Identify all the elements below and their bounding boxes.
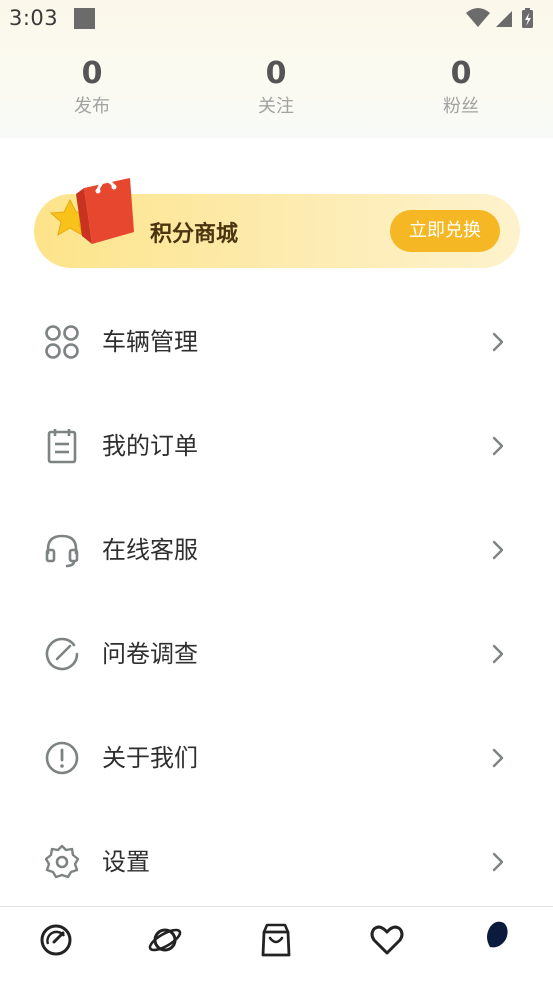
chevron-right-icon	[492, 748, 504, 768]
gear-icon	[44, 844, 80, 879]
chevron-right-icon	[492, 852, 504, 872]
menu-item-about[interactable]: 关于我们	[0, 706, 553, 810]
profile-icon[interactable]	[478, 917, 514, 953]
chevron-right-icon	[492, 540, 504, 560]
bottom-tab-bar	[0, 906, 553, 984]
battery-icon	[522, 8, 533, 28]
stats-row: 0 发布 0 关注 0 粉丝	[0, 56, 553, 126]
status-time: 3:03	[9, 6, 59, 30]
points-mall-banner[interactable]: 积分商城 立即兑换	[34, 178, 520, 268]
dashboard-icon[interactable]	[38, 922, 74, 958]
stat-label: 粉丝	[443, 96, 479, 117]
chevron-right-icon	[492, 436, 504, 456]
menu-item-settings[interactable]: 设置	[0, 810, 553, 914]
stat-count: 0	[265, 56, 287, 91]
clipboard-icon	[47, 429, 77, 464]
shopping-bag-icon	[49, 178, 134, 244]
menu-label: 在线客服	[102, 536, 198, 564]
chevron-right-icon	[492, 332, 504, 352]
status-icons	[464, 7, 544, 31]
info-icon	[45, 741, 79, 775]
status-bar: 3:03	[0, 0, 553, 38]
planet-icon[interactable]	[147, 922, 183, 958]
stat-label: 发布	[74, 96, 110, 117]
redeem-button[interactable]: 立即兑换	[390, 210, 500, 252]
banner-title: 积分商城	[150, 222, 239, 247]
stat-count: 0	[450, 56, 472, 91]
menu-label: 我的订单	[102, 432, 198, 460]
stat-count: 0	[81, 56, 103, 91]
menu-item-customer-service[interactable]: 在线客服	[0, 498, 553, 602]
menu-label: 车辆管理	[102, 328, 198, 356]
heart-icon[interactable]	[369, 922, 405, 958]
headset-icon	[45, 534, 79, 568]
shopping-bag-icon[interactable]	[258, 922, 294, 958]
signal-icon	[496, 11, 512, 27]
stat-posts[interactable]: 0 发布	[32, 56, 152, 122]
grid-icon	[45, 325, 79, 359]
menu-label: 问卷调查	[102, 640, 198, 668]
survey-check-icon	[45, 637, 79, 671]
chevron-right-icon	[492, 644, 504, 664]
menu-label: 关于我们	[102, 744, 198, 772]
menu-item-vehicles[interactable]: 车辆管理	[0, 290, 553, 394]
menu-label: 设置	[102, 848, 150, 876]
stat-following[interactable]: 0 关注	[216, 56, 336, 122]
menu-item-orders[interactable]: 我的订单	[0, 394, 553, 498]
stat-label: 关注	[258, 96, 294, 117]
notification-icon	[74, 8, 95, 29]
wifi-icon	[466, 8, 490, 27]
stat-followers[interactable]: 0 粉丝	[401, 56, 521, 122]
menu-item-survey[interactable]: 问卷调查	[0, 602, 553, 706]
